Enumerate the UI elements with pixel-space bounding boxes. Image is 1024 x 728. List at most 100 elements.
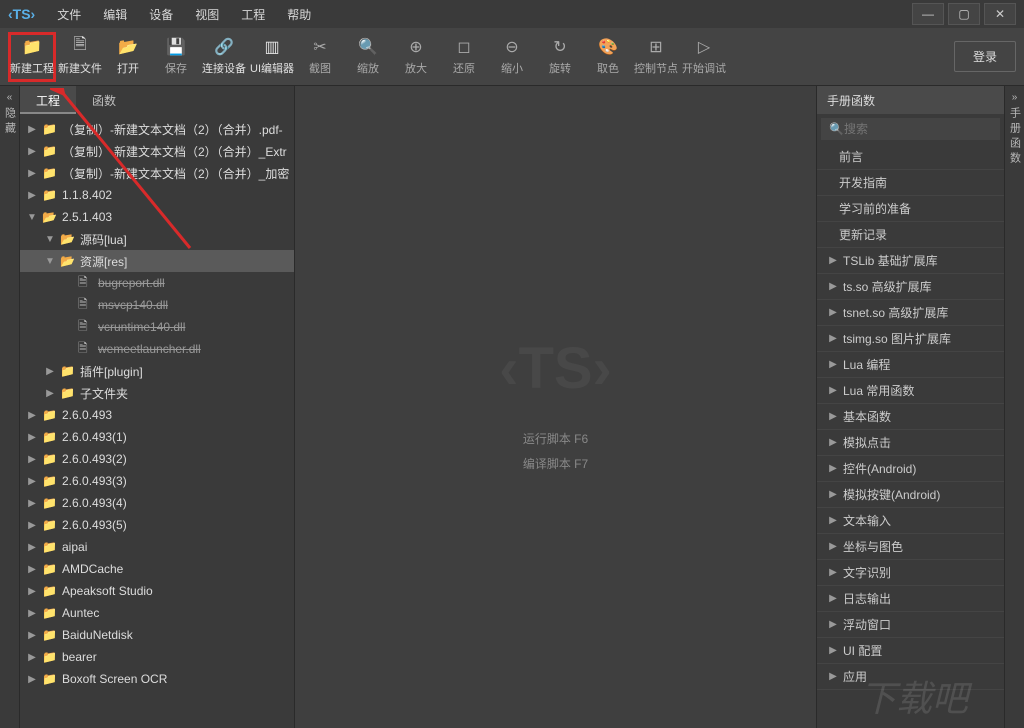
manual-item[interactable]: ▶浮动窗口: [817, 612, 1004, 638]
chevron-right-icon: ▶: [827, 567, 839, 578]
tree-folder[interactable]: ▶📁1.1.8.402: [20, 184, 294, 206]
expand-icon: ▶: [26, 454, 38, 465]
chevron-right-icon: ▶: [827, 333, 839, 344]
tree-label: 2.6.0.493: [62, 408, 112, 422]
tree-folder[interactable]: ▶📁子文件夹: [20, 382, 294, 404]
tree-folder[interactable]: ▶📁BaiduNetdisk: [20, 624, 294, 646]
chevron-right-icon: ▶: [827, 437, 839, 448]
expand-icon: ▶: [44, 366, 56, 377]
expand-icon: ▼: [26, 212, 38, 223]
tab-project[interactable]: 工程: [20, 86, 76, 114]
manual-item[interactable]: ▶文本输入: [817, 508, 1004, 534]
tree-file[interactable]: 🗎wemeetlauncher.dll: [20, 338, 294, 360]
manual-item[interactable]: ▶日志输出: [817, 586, 1004, 612]
toolbar-label: 还原: [453, 60, 475, 76]
manual-item[interactable]: ▶模拟按键(Android): [817, 482, 1004, 508]
editor-hints: 运行脚本 F6编译脚本 F7: [523, 422, 588, 480]
tree-folder[interactable]: ▶📁Boxoft Screen OCR: [20, 668, 294, 690]
expand-icon: ▶: [44, 388, 56, 399]
expand-icon: ▶: [26, 476, 38, 487]
search-input[interactable]: [844, 122, 999, 136]
tree-folder[interactable]: ▶📁2.6.0.493(4): [20, 492, 294, 514]
tree-folder[interactable]: ▶📁Auntec: [20, 602, 294, 624]
tree-folder[interactable]: ▶📁2.6.0.493(1): [20, 426, 294, 448]
tree-label: 源码[lua]: [80, 231, 127, 248]
manual-item[interactable]: ▶基本函数: [817, 404, 1004, 430]
tree-label: bugreport.dll: [98, 276, 165, 290]
login-button[interactable]: 登录: [954, 41, 1016, 72]
tree-folder[interactable]: ▶📁2.6.0.493: [20, 404, 294, 426]
toolbar-label: 打开: [117, 60, 139, 76]
toolbar-new-file[interactable]: 🗎新建文件: [56, 32, 104, 82]
tree-folder[interactable]: ▶📁（复制）-新建文本文档（2）（合并）_加密: [20, 162, 294, 184]
tree-folder[interactable]: ▶📁（复制）-新建文本文档（2）（合并）.pdf-: [20, 118, 294, 140]
left-collapse-button[interactable]: « 隐藏: [0, 86, 20, 728]
manual-item[interactable]: ▶ts.so 高级扩展库: [817, 274, 1004, 300]
tree-label: 2.6.0.493(4): [62, 496, 127, 510]
menu-item-工程[interactable]: 工程: [231, 2, 275, 27]
manual-item[interactable]: ▶坐标与图色: [817, 534, 1004, 560]
maximize-button[interactable]: ▢: [948, 3, 980, 25]
tree-label: Boxoft Screen OCR: [62, 672, 167, 686]
right-collapse-button[interactable]: » 手册函数: [1004, 86, 1024, 728]
manual-item[interactable]: ▶文字识别: [817, 560, 1004, 586]
toolbar-label: 取色: [597, 60, 619, 76]
manual-item[interactable]: ▶应用: [817, 664, 1004, 690]
menu-item-文件[interactable]: 文件: [47, 2, 91, 27]
menu-item-设备[interactable]: 设备: [139, 2, 183, 27]
toolbar-ui-editor[interactable]: ▥UI编辑器: [248, 32, 296, 82]
tab-functions[interactable]: 函数: [76, 86, 132, 114]
manual-item[interactable]: ▶UI 配置: [817, 638, 1004, 664]
tree-folder[interactable]: ▶📁插件[plugin]: [20, 360, 294, 382]
manual-item-label: 应用: [843, 668, 867, 685]
toolbar-zoom-in: ⊕放大: [392, 32, 440, 82]
tree-file[interactable]: 🗎msvcp140.dll: [20, 294, 294, 316]
manual-item[interactable]: ▶控件(Android): [817, 456, 1004, 482]
menu-item-编辑[interactable]: 编辑: [93, 2, 137, 27]
menu-item-视图[interactable]: 视图: [185, 2, 229, 27]
manual-item[interactable]: 前言: [817, 144, 1004, 170]
manual-item-label: 浮动窗口: [843, 616, 891, 633]
tree-folder[interactable]: ▶📁2.6.0.493(5): [20, 514, 294, 536]
folder-icon: 📁: [42, 188, 58, 202]
expand-icon: ▶: [26, 586, 38, 597]
manual-item[interactable]: ▶Lua 编程: [817, 352, 1004, 378]
tree-folder[interactable]: ▶📁AMDCache: [20, 558, 294, 580]
tree-folder[interactable]: ▶📁2.6.0.493(2): [20, 448, 294, 470]
manual-item[interactable]: 更新记录: [817, 222, 1004, 248]
manual-item[interactable]: ▶tsnet.so 高级扩展库: [817, 300, 1004, 326]
tree-folder[interactable]: ▶📁Apeaksoft Studio: [20, 580, 294, 602]
toolbar-new-project[interactable]: 📁新建工程: [8, 32, 56, 82]
tree-folder[interactable]: ▼📂2.5.1.403: [20, 206, 294, 228]
window-controls: — ▢ ✕: [908, 3, 1016, 25]
manual-item[interactable]: 开发指南: [817, 170, 1004, 196]
tree-folder[interactable]: ▶📁aipai: [20, 536, 294, 558]
toolbar-label: 开始调试: [682, 60, 726, 76]
toolbar-connect-device[interactable]: 🔗连接设备: [200, 32, 248, 82]
manual-item[interactable]: ▶Lua 常用函数: [817, 378, 1004, 404]
tree-label: Auntec: [62, 606, 99, 620]
expand-icon: ▼: [44, 234, 56, 245]
manual-item[interactable]: ▶模拟点击: [817, 430, 1004, 456]
manual-item[interactable]: 学习前的准备: [817, 196, 1004, 222]
chevron-right-icon: ▶: [827, 385, 839, 396]
tree-folder[interactable]: ▶📁2.6.0.493(3): [20, 470, 294, 492]
tree-folder[interactable]: ▶📁bearer: [20, 646, 294, 668]
tree-file[interactable]: 🗎vcruntime140.dll: [20, 316, 294, 338]
tree-file[interactable]: 🗎bugreport.dll: [20, 272, 294, 294]
tree-folder[interactable]: ▼📂源码[lua]: [20, 228, 294, 250]
tree-label: 2.6.0.493(5): [62, 518, 127, 532]
toolbar-open[interactable]: 📂打开: [104, 32, 152, 82]
tree-folder[interactable]: ▼📂资源[res]: [20, 250, 294, 272]
new-project-icon: 📁: [22, 38, 42, 56]
toolbar-restore: ◻还原: [440, 32, 488, 82]
tree-folder[interactable]: ▶📁（复制）-新建文本文档（2）（合并）_Extr: [20, 140, 294, 162]
manual-item-label: TSLib 基础扩展库: [843, 252, 938, 269]
menu-item-帮助[interactable]: 帮助: [277, 2, 321, 27]
manual-item[interactable]: ▶tsimg.so 图片扩展库: [817, 326, 1004, 352]
close-button[interactable]: ✕: [984, 3, 1016, 25]
tree-label: 插件[plugin]: [80, 363, 143, 380]
manual-search[interactable]: 🔍: [821, 118, 1000, 140]
manual-item[interactable]: ▶TSLib 基础扩展库: [817, 248, 1004, 274]
minimize-button[interactable]: —: [912, 3, 944, 25]
